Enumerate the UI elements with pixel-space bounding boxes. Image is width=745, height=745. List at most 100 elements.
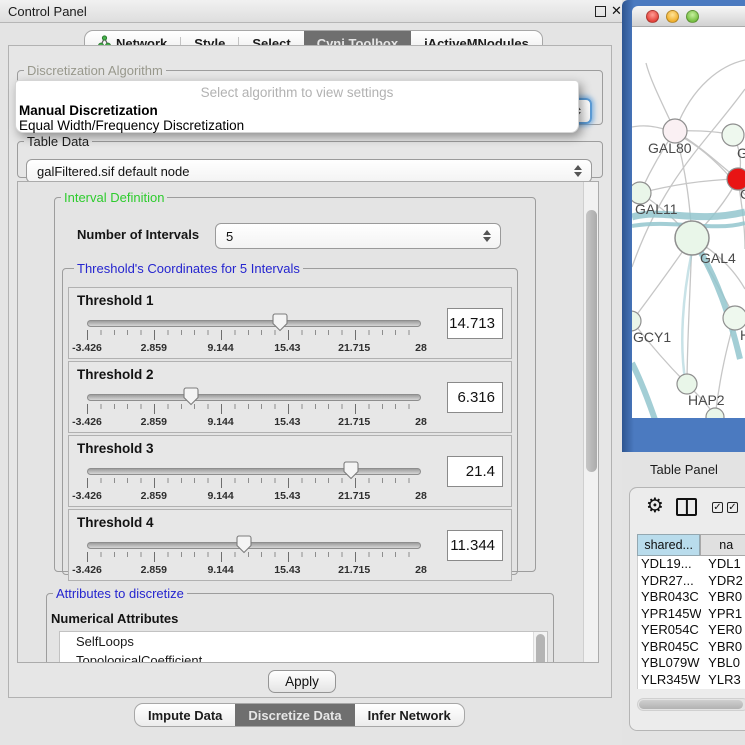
numerical-attributes-label: Numerical Attributes bbox=[51, 611, 178, 626]
cell: YIL052C bbox=[638, 688, 701, 689]
cell: YLR3 bbox=[701, 672, 745, 689]
node-gcy1[interactable] bbox=[632, 311, 641, 331]
list-item[interactable]: TopologicalCoefficient bbox=[60, 651, 547, 663]
slider-thumb[interactable] bbox=[236, 535, 252, 559]
interval-definition-group: Interval Definition Number of Intervals … bbox=[54, 190, 536, 572]
table-row[interactable]: YDR27...YDR2 bbox=[638, 573, 745, 590]
tick-label: 2.859 bbox=[141, 416, 167, 428]
slider-thumb[interactable] bbox=[343, 461, 359, 485]
table-row[interactable]: YIL052CYIL0 bbox=[638, 688, 745, 689]
threshold-3-value-field[interactable]: 21.4 bbox=[447, 456, 503, 487]
threshold-4-label: Threshold 4 bbox=[77, 515, 154, 530]
node-hap2[interactable] bbox=[677, 374, 697, 394]
tab-discretize-data[interactable]: Discretize Data bbox=[235, 704, 354, 726]
minimize-traffic-light[interactable] bbox=[666, 10, 679, 23]
tick-label: -3.426 bbox=[72, 490, 102, 502]
settings-scrollpane: Interval Definition Number of Intervals … bbox=[17, 181, 599, 663]
tick-label: 21.715 bbox=[338, 564, 370, 576]
tick-label: -3.426 bbox=[72, 342, 102, 354]
table-row[interactable]: YPR145WYPR1 bbox=[638, 606, 745, 623]
tab-discretize-data-label: Discretize Data bbox=[248, 708, 341, 723]
tick-label: 2.859 bbox=[141, 490, 167, 502]
split-columns-icon[interactable] bbox=[676, 498, 697, 516]
slider-track[interactable] bbox=[87, 394, 421, 401]
threshold-4-slider: -3.426 2.859 9.144 15.43 21.715 28 bbox=[87, 536, 421, 580]
slider-track[interactable] bbox=[87, 542, 421, 549]
table-row[interactable]: YBR045CYBR0 bbox=[638, 639, 745, 656]
tick-label: 28 bbox=[415, 564, 427, 576]
list-scrollbar[interactable] bbox=[533, 632, 547, 663]
float-window-icon[interactable] bbox=[595, 6, 606, 17]
table-data-combobox[interactable]: galFiltered.sif default node bbox=[26, 159, 592, 183]
tick-label: 28 bbox=[415, 416, 427, 428]
node-table: shared... na YDL19...YDL1 YDR27...YDR2 Y… bbox=[637, 534, 745, 689]
slider-track[interactable] bbox=[87, 320, 421, 327]
dropdown-placeholder: Select algorithm to view settings bbox=[16, 81, 578, 103]
tick-label: 28 bbox=[415, 342, 427, 354]
network-window-titlebar bbox=[632, 6, 745, 27]
number-of-intervals-value: 5 bbox=[226, 229, 233, 244]
cell: YDL19... bbox=[638, 556, 701, 573]
table-horizontal-scrollbar[interactable] bbox=[637, 698, 745, 711]
tab-infer-network-label: Infer Network bbox=[368, 708, 451, 723]
cyni-content-panel: Discretization Algorithm Select algorith… bbox=[8, 45, 612, 698]
dropdown-option-equal-width[interactable]: Equal Width/Frequency Discretization bbox=[16, 118, 578, 133]
table-row[interactable]: YDL19...YDL1 bbox=[638, 556, 745, 573]
close-traffic-light[interactable] bbox=[646, 10, 659, 23]
column-header-shared[interactable]: shared... bbox=[637, 534, 700, 556]
bottom-tab-strip: Impute Data Discretize Data Infer Networ… bbox=[134, 703, 465, 727]
tab-infer-network[interactable]: Infer Network bbox=[355, 704, 464, 726]
threshold-4-value-field[interactable]: 11.344 bbox=[447, 530, 503, 561]
tab-impute-data[interactable]: Impute Data bbox=[135, 704, 235, 726]
tick-label: -3.426 bbox=[72, 416, 102, 428]
zoom-traffic-light[interactable] bbox=[686, 10, 699, 23]
cell: YBR0 bbox=[701, 589, 745, 606]
gear-icon[interactable]: ⚙ bbox=[646, 496, 664, 516]
column-header-name[interactable]: na bbox=[700, 534, 745, 556]
group-title: Discretization Algorithm bbox=[24, 63, 166, 78]
cell: YLR345W bbox=[638, 672, 701, 689]
node-label: GAL4 bbox=[700, 250, 736, 266]
slider-thumb[interactable] bbox=[272, 313, 288, 337]
node-bottom-partial[interactable] bbox=[706, 408, 724, 418]
node-right-top[interactable] bbox=[722, 124, 744, 146]
threshold-1-value-field[interactable]: 14.713 bbox=[447, 308, 503, 339]
scrollbar-thumb[interactable] bbox=[639, 700, 743, 709]
cell: YBL079W bbox=[638, 655, 701, 672]
slider-thumb[interactable] bbox=[183, 387, 199, 411]
tick-label: 21.715 bbox=[338, 342, 370, 354]
number-of-intervals-combobox[interactable]: 5 bbox=[215, 223, 501, 249]
network-view[interactable]: GAL80 GA C GAL11 GAL4 GCY1 H HAP2 bbox=[632, 27, 745, 418]
table-row[interactable]: YLR345WYLR3 bbox=[638, 672, 745, 689]
table-row[interactable]: YBL079WYBL0 bbox=[638, 655, 745, 672]
tab-impute-data-label: Impute Data bbox=[148, 708, 222, 723]
table-row[interactable]: YER054CYER0 bbox=[638, 622, 745, 639]
close-icon[interactable]: ✕ bbox=[611, 3, 622, 19]
threshold-1-label: Threshold 1 bbox=[77, 293, 154, 308]
cell: YBR043C bbox=[638, 589, 701, 606]
tick-label: -3.426 bbox=[72, 564, 102, 576]
apply-button[interactable]: Apply bbox=[268, 670, 336, 693]
cell: YIL0 bbox=[701, 688, 745, 689]
checkbox-icon[interactable]: ✓ bbox=[712, 502, 723, 513]
threshold-2-value-field[interactable]: 6.316 bbox=[447, 382, 503, 413]
threshold-1-block: Threshold 1 -3.426 2.859 9.144 15. bbox=[68, 287, 512, 359]
cell: YDL1 bbox=[701, 556, 745, 573]
scrollbar-thumb[interactable] bbox=[586, 210, 597, 472]
threshold-1-slider: -3.426 2.859 9.144 15.43 21.715 28 bbox=[87, 314, 421, 358]
dropdown-option-manual[interactable]: Manual Discretization bbox=[16, 103, 578, 118]
tick-label: 15.43 bbox=[274, 490, 300, 502]
checkbox-icon[interactable]: ✓ bbox=[727, 502, 738, 513]
node-label: GCY1 bbox=[633, 329, 671, 345]
threshold-3-slider: -3.426 2.859 9.144 15.43 21.715 28 bbox=[87, 462, 421, 506]
list-item[interactable]: SelfLoops bbox=[60, 632, 547, 651]
slider-ticks bbox=[87, 330, 422, 341]
slider-track[interactable] bbox=[87, 468, 421, 475]
attributes-group: Attributes to discretize Numerical Attri… bbox=[46, 586, 554, 663]
pane-scrollbar[interactable] bbox=[583, 182, 598, 662]
table-header-row: shared... na bbox=[637, 534, 745, 556]
tick-label: 21.715 bbox=[338, 416, 370, 428]
node-label: GAL80 bbox=[648, 140, 692, 156]
scrollbar-thumb[interactable] bbox=[536, 634, 545, 663]
table-row[interactable]: YBR043CYBR0 bbox=[638, 589, 745, 606]
